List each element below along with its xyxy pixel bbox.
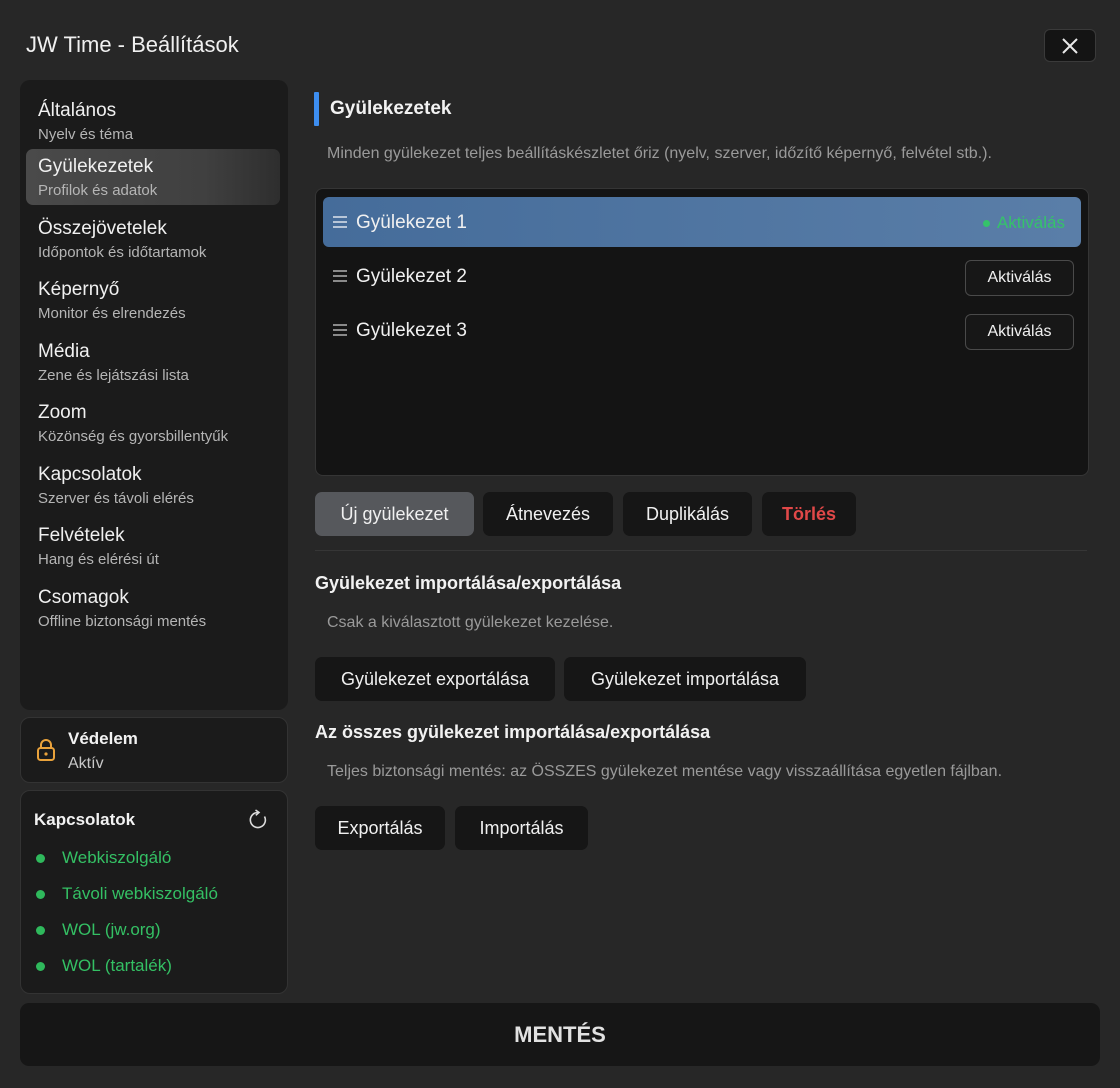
activate-button[interactable]: Aktiválás	[965, 314, 1074, 350]
connection-item-webserver: Webkiszolgáló	[34, 846, 171, 870]
all-io-description: Teljes biztonsági mentés: az ÖSSZES gyül…	[327, 763, 1003, 780]
congregation-name: Gyülekezet 3	[356, 320, 467, 341]
import-congregation-button[interactable]: Gyülekezet importálása	[564, 657, 806, 701]
all-io-title: Az összes gyülekezet importálása/exportá…	[315, 722, 711, 742]
connection-name: Webkiszolgáló	[62, 848, 172, 867]
protection-title: Védelem	[68, 729, 138, 748]
single-io-title: Gyülekezet importálása/exportálása	[315, 573, 622, 593]
connections-title: Kapcsolatok	[34, 810, 136, 829]
congregation-name: Gyülekezet 1	[356, 212, 467, 233]
sidebar-item-subtitle: Offline biztonsági mentés	[38, 613, 207, 630]
congregation-name: Gyülekezet 2	[356, 266, 467, 287]
sidebar-item-subtitle: Időpontok és időtartamok	[38, 244, 207, 261]
sidebar-item-subtitle: Hang és elérési út	[38, 551, 159, 568]
sidebar-item-label: Gyülekezetek	[38, 156, 154, 177]
sidebar-item-label: Zoom	[38, 402, 87, 423]
connection-name: WOL (jw.org)	[62, 920, 161, 939]
status-dot	[36, 925, 45, 935]
connection-name: WOL (tartalék)	[62, 956, 172, 975]
sidebar-item-subtitle: Szerver és távoli elérés	[38, 490, 194, 507]
status-dot	[36, 889, 45, 899]
sidebar-item-screen[interactable]: Képernyő Monitor és elrendezés	[26, 272, 280, 328]
connection-name: Távoli webkiszolgáló	[62, 884, 218, 903]
sidebar-item-subtitle: Profilok és adatok	[38, 182, 158, 199]
new-congregation-button[interactable]: Új gyülekezet	[315, 492, 474, 536]
save-button[interactable]: MENTÉS	[20, 1003, 1100, 1066]
sidebar-item-connections[interactable]: Kapcsolatok Szerver és távoli elérés	[26, 457, 280, 513]
congregation-row[interactable]: Gyülekezet 2 Aktiválás	[323, 251, 1081, 301]
duplicate-button[interactable]: Duplikálás	[623, 492, 752, 536]
window-title: JW Time - Beállítások	[26, 32, 239, 57]
connections-panel: Kapcsolatok Webkiszolgáló Távoli webkisz…	[20, 790, 288, 994]
active-indicator: Aktiválás	[982, 213, 1065, 233]
sidebar-item-label: Felvételek	[38, 525, 125, 546]
sidebar-item-meetings[interactable]: Összejövetelek Időpontok és időtartamok	[26, 211, 280, 267]
settings-sidebar: Általános Nyelv és téma Gyülekezetek Pro…	[20, 80, 288, 710]
export-congregation-button[interactable]: Gyülekezet exportálása	[315, 657, 555, 701]
sidebar-item-general[interactable]: Általános Nyelv és téma	[26, 93, 280, 149]
divider	[315, 550, 1087, 551]
delete-button[interactable]: Törlés	[762, 492, 856, 536]
export-all-button[interactable]: Exportálás	[315, 806, 445, 850]
congregation-row[interactable]: Gyülekezet 3 Aktiválás	[323, 305, 1081, 355]
drag-handle-icon[interactable]	[333, 270, 347, 285]
rename-button[interactable]: Átnevezés	[483, 492, 613, 536]
protection-status: Védelem Aktív	[20, 717, 288, 783]
sidebar-item-label: Csomagok	[38, 587, 129, 608]
drag-handle-icon[interactable]	[333, 324, 347, 339]
lock-icon	[37, 739, 55, 761]
sidebar-item-label: Média	[38, 341, 90, 362]
single-io-description: Csak a kiválasztott gyülekezet kezelése.	[327, 614, 614, 631]
status-dot	[36, 853, 45, 863]
sidebar-item-recordings[interactable]: Felvételek Hang és elérési út	[26, 518, 280, 574]
close-icon	[1062, 37, 1078, 54]
sidebar-item-media[interactable]: Média Zene és lejátszási lista	[26, 334, 280, 390]
congregation-list: Gyülekezet 1 Aktiválás Gyülekezet 2 Akti…	[315, 188, 1089, 476]
active-label: Aktiválás	[996, 213, 1065, 232]
sidebar-item-label: Kapcsolatok	[38, 464, 142, 485]
sidebar-item-label: Összejövetelek	[38, 218, 167, 239]
close-button[interactable]	[1044, 29, 1096, 62]
connection-item-remote-webserver: Távoli webkiszolgáló	[34, 882, 218, 906]
sidebar-item-label: Képernyő	[38, 279, 120, 300]
import-all-button[interactable]: Importálás	[455, 806, 588, 850]
section-title: Gyülekezetek	[330, 98, 452, 119]
sidebar-item-subtitle: Zene és lejátszási lista	[38, 367, 189, 384]
sidebar-item-subtitle: Nyelv és téma	[38, 126, 134, 143]
sidebar-item-subtitle: Monitor és elrendezés	[38, 305, 186, 322]
refresh-icon[interactable]	[247, 809, 269, 831]
congregation-row[interactable]: Gyülekezet 1 Aktiválás	[323, 197, 1081, 247]
protection-state: Aktív	[68, 755, 104, 772]
section-accent-bar	[314, 92, 319, 126]
sidebar-item-congregations[interactable]: Gyülekezetek Profilok és adatok	[26, 149, 280, 205]
connection-item-wol-jworg: WOL (jw.org)	[34, 918, 161, 942]
status-dot	[36, 961, 45, 971]
sidebar-item-packages[interactable]: Csomagok Offline biztonsági mentés	[26, 580, 280, 636]
sidebar-item-subtitle: Közönség és gyorsbillentyűk	[38, 428, 229, 445]
drag-handle-icon[interactable]	[333, 216, 347, 231]
sidebar-item-zoom[interactable]: Zoom Közönség és gyorsbillentyűk	[26, 395, 280, 451]
activate-button[interactable]: Aktiválás	[965, 260, 1074, 296]
connection-item-wol-backup: WOL (tartalék)	[34, 954, 172, 978]
section-description: Minden gyülekezet teljes beállításkészle…	[327, 145, 992, 162]
active-dot-icon	[982, 219, 990, 227]
sidebar-item-label: Általános	[38, 100, 117, 121]
